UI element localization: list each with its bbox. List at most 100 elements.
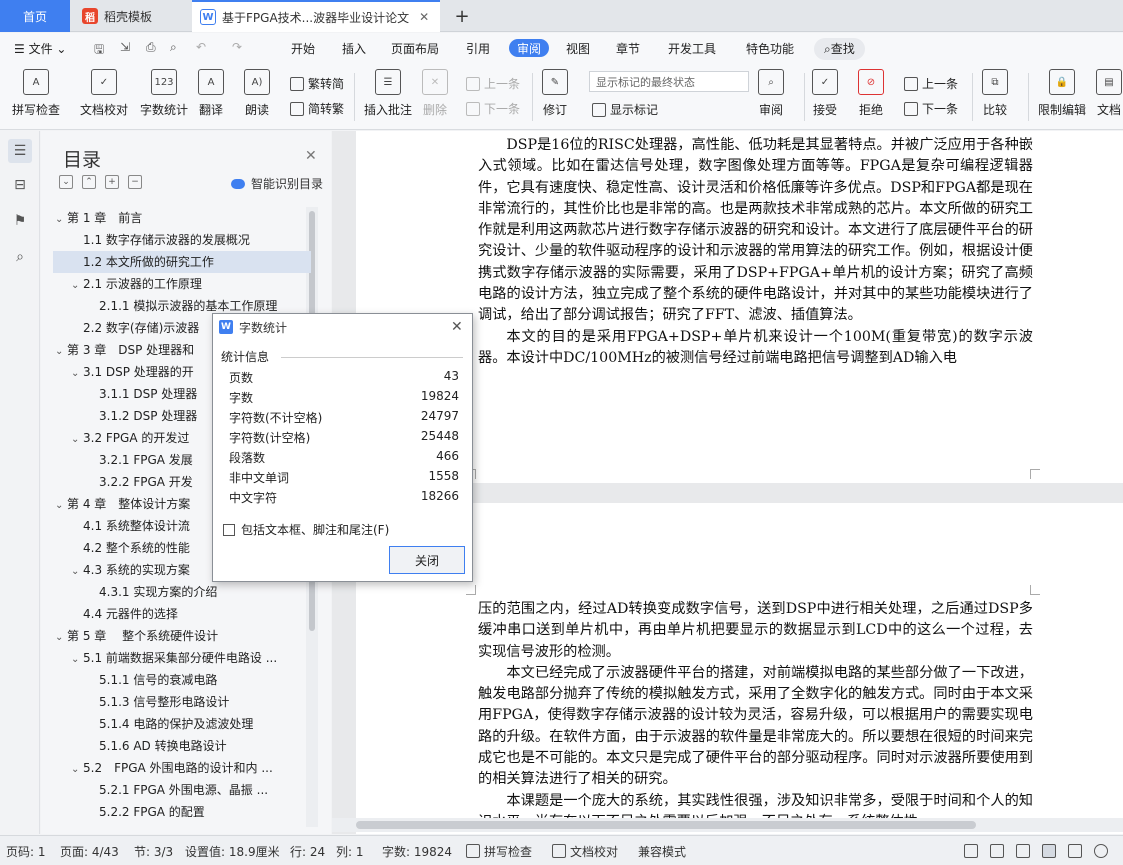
print-icon[interactable]: ⎙ xyxy=(146,40,156,58)
close-icon[interactable]: ✕ xyxy=(305,148,317,164)
spell-check-button[interactable]: A 拼写检查 xyxy=(12,69,60,118)
status-pages[interactable]: 页面: 4/43 xyxy=(60,843,119,860)
menu-layout[interactable]: 页面布局 xyxy=(391,40,439,58)
globe-icon[interactable] xyxy=(1094,844,1108,858)
toc-item[interactable]: 5.1.4 电路的保护及滤波处理 xyxy=(53,713,311,735)
accept-button[interactable]: ✓ 接受 xyxy=(812,69,838,118)
menu-review[interactable]: 审阅 xyxy=(509,39,550,57)
restrict-edit-button[interactable]: 🔒 限制编辑 xyxy=(1038,69,1086,118)
revise-button[interactable]: ✎ 修订 xyxy=(542,69,568,118)
toc-item[interactable]: ⌄ 2.1 示波器的工作原理 xyxy=(53,273,311,295)
reject-button[interactable]: ⊘ 拒绝 xyxy=(858,69,884,118)
trad-to-simp-button[interactable]: 繁转简 xyxy=(290,75,344,92)
paragraph[interactable]: 本文已经完成了示波器硬件平台的搭建，对前端模拟电路的某些部分做了一下改进，触发电… xyxy=(478,663,1033,791)
undo-icon[interactable]: ↶ xyxy=(196,40,206,58)
chevron-down-icon[interactable]: ⌄ xyxy=(71,759,83,779)
status-spell-check[interactable]: 拼写检查 xyxy=(484,843,532,860)
menu-insert[interactable]: 插入 xyxy=(342,40,366,58)
menu-file[interactable]: ☰ 文件 ⌄ xyxy=(14,40,66,58)
toc-item[interactable]: 1.1 数字存储示波器的发展概况 xyxy=(53,229,311,251)
menu-features[interactable]: 特色功能 xyxy=(746,40,794,58)
chevron-down-icon[interactable]: ⌄ xyxy=(71,275,83,295)
toc-item[interactable]: ⌄ 第 5 章 整个系统硬件设计 xyxy=(53,625,311,647)
insert-comment-button[interactable]: ☰ 插入批注 xyxy=(364,69,412,118)
chevron-down-icon[interactable]: ⌄ xyxy=(71,649,83,669)
horizontal-scrollbar-thumb[interactable] xyxy=(356,821,976,829)
redo-icon[interactable]: ↷ xyxy=(232,40,242,58)
tab-home[interactable]: 首页 xyxy=(0,0,70,32)
smart-toc-button[interactable]: 智能识别目录 xyxy=(231,175,323,192)
tab-document[interactable]: W 基于FPGA技术...波器毕业设计论文 ✕ xyxy=(192,0,440,32)
close-icon[interactable]: ✕ xyxy=(451,319,463,335)
toc-item[interactable]: 4.4 元器件的选择 xyxy=(53,603,311,625)
delete-comment-button[interactable]: ✕ 删除 xyxy=(422,69,448,118)
export-icon[interactable]: ⇲ xyxy=(120,40,130,58)
page-body[interactable]: 压的范围之内，经过AD转换变成数字信号，送到DSP中进行相关处理，之后通过DSP… xyxy=(478,599,1033,833)
chevron-down-icon[interactable]: ⌄ xyxy=(55,627,67,647)
toc-item[interactable]: 5.2.1 FPGA 外围电源、晶振 ... xyxy=(53,779,311,801)
chevron-down-icon[interactable]: ⌄ xyxy=(55,341,67,361)
protect-eye-icon[interactable] xyxy=(964,844,978,858)
web-view-icon[interactable] xyxy=(1068,844,1082,858)
review-pane-button[interactable]: ⌕ 审阅 xyxy=(758,69,784,118)
next-change-button[interactable]: 下一条 xyxy=(904,100,958,117)
tab-template[interactable]: 稻 稻壳模板 xyxy=(72,0,190,32)
show-marks-button[interactable]: 显示标记 xyxy=(592,101,658,118)
translate-button[interactable]: A 翻译 xyxy=(198,69,224,118)
close-icon[interactable]: ✕ xyxy=(419,10,429,24)
toc-panel-icon[interactable]: ☰ xyxy=(8,139,32,163)
doc-permission-button[interactable]: ▤ 文档 xyxy=(1096,69,1122,118)
menu-reference[interactable]: 引用 xyxy=(466,40,490,58)
menu-devtools[interactable]: 开发工具 xyxy=(668,40,716,58)
chapter-nav-icon[interactable]: ⊟ xyxy=(8,173,32,197)
menu-view[interactable]: 视图 xyxy=(566,40,590,58)
chevron-down-icon[interactable]: ⌄ xyxy=(71,363,83,383)
find-icon[interactable]: ⌕ xyxy=(8,245,32,269)
include-textbox-checkbox[interactable]: 包括文本框、脚注和尾注(F) xyxy=(223,521,389,538)
toc-item[interactable]: 5.1.3 信号整形电路设计 xyxy=(53,691,311,713)
chevron-down-icon[interactable]: ⌄ xyxy=(55,495,67,515)
simp-to-trad-button[interactable]: 简转繁 xyxy=(290,100,344,117)
menu-chapter[interactable]: 章节 xyxy=(616,40,640,58)
menu-start[interactable]: 开始 xyxy=(291,40,315,58)
chevron-down-icon[interactable]: ⌄ xyxy=(71,561,83,581)
toc-item[interactable]: 5.1.6 AD 转换电路设计 xyxy=(53,735,311,757)
toc-item[interactable]: ⌄ 5.2 FPGA 外围电路的设计和内 ... xyxy=(53,757,311,779)
horizontal-scrollbar[interactable] xyxy=(332,818,1123,832)
search-button[interactable]: ⌕查找 xyxy=(814,38,865,60)
toc-item[interactable]: 5.1.1 信号的衰减电路 xyxy=(53,669,311,691)
new-tab-button[interactable]: + xyxy=(452,0,472,32)
paragraph[interactable]: DSP是16位的RISC处理器，高性能、低功耗是其显著特点。并被广泛应用于各种嵌… xyxy=(478,135,1033,327)
full-screen-icon[interactable] xyxy=(1016,844,1030,858)
next-comment-button[interactable]: 下一条 xyxy=(466,100,520,117)
mark-state-select[interactable]: 显示标记的最终状态 xyxy=(589,71,749,92)
page-view-icon[interactable] xyxy=(1042,844,1056,858)
save-icon[interactable]: 🖫 xyxy=(94,40,104,58)
chevron-down-icon[interactable]: ⌄ xyxy=(71,429,83,449)
paragraph[interactable]: 压的范围之内，经过AD转换变成数字信号，送到DSP中进行相关处理，之后通过DSP… xyxy=(478,599,1033,663)
toc-item[interactable]: 1.2 本文所做的研究工作 xyxy=(53,251,311,273)
preview-icon[interactable]: ⌕ xyxy=(170,40,177,58)
compare-button[interactable]: ⧉ 比较 xyxy=(982,69,1008,118)
prev-comment-button[interactable]: 上一条 xyxy=(466,75,520,92)
prev-change-button[interactable]: 上一条 xyxy=(904,75,958,92)
close-dialog-button[interactable]: 关闭 xyxy=(389,546,465,574)
toc-item[interactable]: ⌄ 第 1 章 前言 xyxy=(53,207,311,229)
outline-view-icon[interactable] xyxy=(990,844,1004,858)
read-aloud-button[interactable]: A) 朗读 xyxy=(244,69,270,118)
toc-item[interactable]: 4.3.1 实现方案的介绍 xyxy=(53,581,311,603)
status-page-no[interactable]: 页码: 1 xyxy=(6,843,46,860)
toc-item[interactable]: 5.2.2 FPGA 的配置 xyxy=(53,801,311,823)
expand-all-icon[interactable]: ⌃ xyxy=(82,175,96,189)
bookmark-icon[interactable]: ⚑ xyxy=(8,209,32,233)
paragraph[interactable]: 本文的目的是采用FPGA+DSP+单片机来设计一个100M(重复带宽)的数字示波… xyxy=(478,327,1033,370)
collapse-all-icon[interactable]: ⌄ xyxy=(59,175,73,189)
checkbox-box[interactable] xyxy=(223,523,235,536)
status-word-count[interactable]: 字数: 19824 xyxy=(382,843,452,860)
chevron-down-icon[interactable]: ⌄ xyxy=(55,209,67,229)
remove-heading-icon[interactable]: − xyxy=(128,175,142,189)
status-doc-proof[interactable]: 文档校对 xyxy=(570,843,618,860)
toc-item[interactable]: ⌄ 5.1 前端数据采集部分硬件电路设 ... xyxy=(53,647,311,669)
doc-proof-button[interactable]: ✓ 文档校对 xyxy=(80,69,128,118)
word-count-button[interactable]: 123 字数统计 xyxy=(140,69,188,118)
